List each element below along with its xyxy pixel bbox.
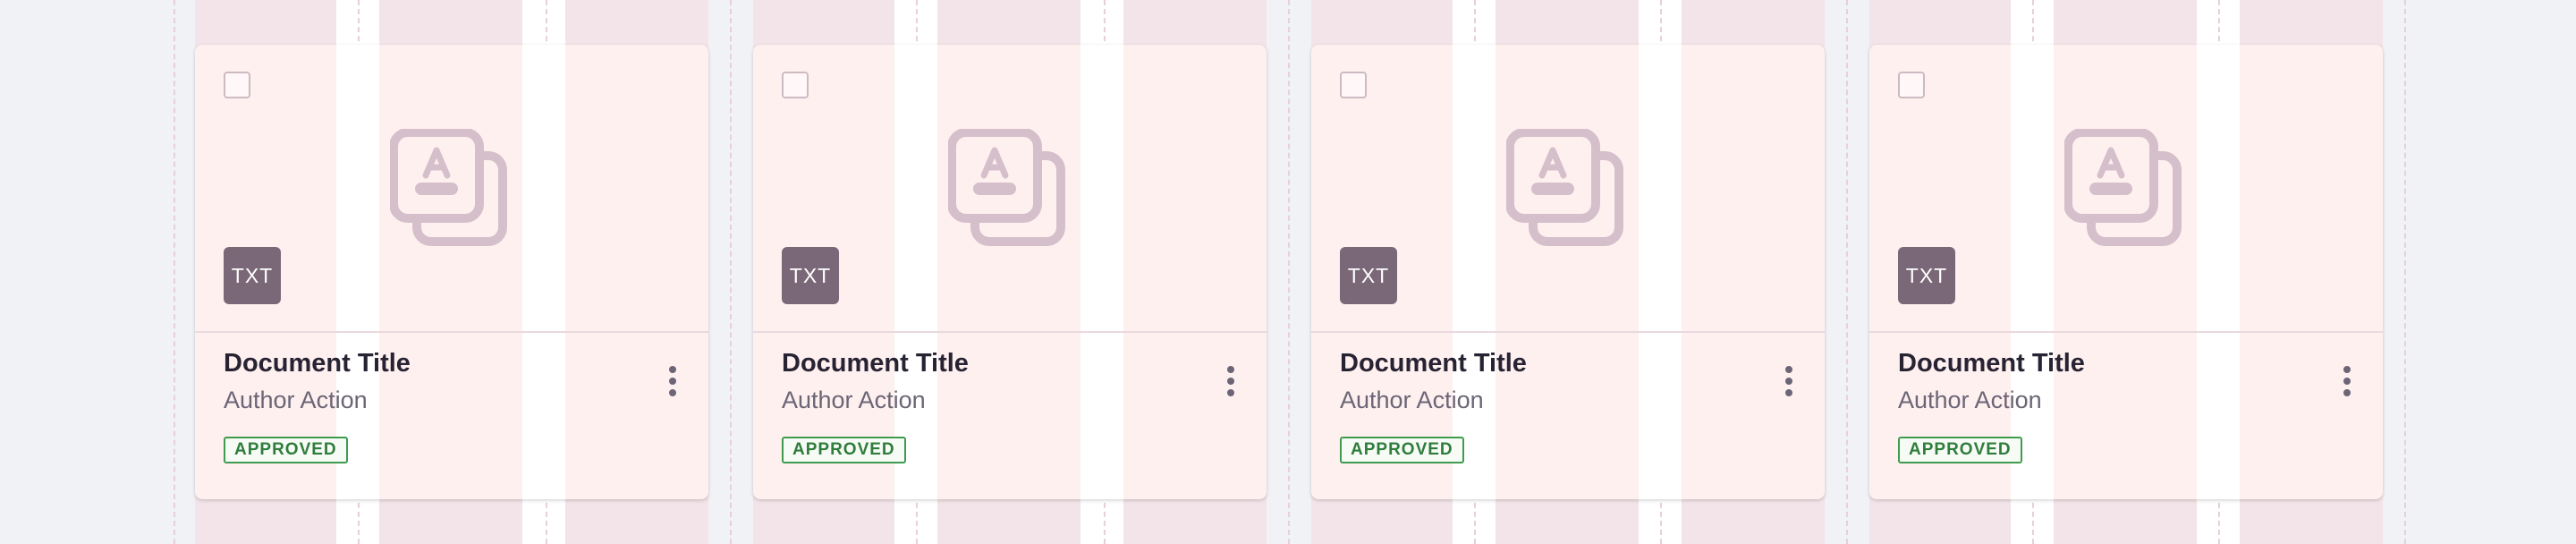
author-action: Author Action [782,387,926,413]
document-card[interactable]: TXT Document Title Author Action APPROVE… [753,45,1267,499]
file-type-label: TXT [231,263,274,287]
more-dot [669,389,676,396]
status-label: APPROVED [1909,440,2012,459]
file-type-badge: TXT [782,247,839,304]
more-options-button[interactable] [1220,360,1241,403]
grid-guide-line [1846,0,1848,544]
file-type-badge: TXT [1340,247,1397,304]
document-copy-icon [2064,129,2182,246]
status-label: APPROVED [792,440,895,459]
more-dot [1227,378,1234,385]
select-checkbox[interactable] [1340,72,1367,98]
author-action: Author Action [1898,387,2042,413]
grid-guide-line [1288,0,1290,544]
card-body: Document Title Author Action APPROVED [753,333,1267,499]
more-vertical-icon [669,366,676,373]
status-badge: APPROVED [1340,437,1464,463]
file-type-badge: TXT [1898,247,1955,304]
document-copy-icon [948,129,1065,246]
more-options-button[interactable] [662,360,683,403]
more-dot [1227,389,1234,396]
card-body: Document Title Author Action APPROVED [1869,333,2383,499]
document-title[interactable]: Document Title [782,349,969,378]
document-card[interactable]: TXT Document Title Author Action APPROVE… [195,45,708,499]
status-label: APPROVED [1351,440,1453,459]
file-type-label: TXT [1905,263,1948,287]
card-grid: TXT Document Title Author Action APPROVE… [0,0,2576,544]
status-label: APPROVED [234,440,337,459]
select-checkbox[interactable] [782,72,809,98]
card-media[interactable]: TXT [1869,45,2383,333]
file-type-badge: TXT [224,247,281,304]
card-media[interactable]: TXT [195,45,708,333]
more-vertical-icon [1227,366,1234,373]
select-checkbox[interactable] [1898,72,1925,98]
more-dot [2343,389,2351,396]
card-media[interactable]: TXT [753,45,1267,333]
document-copy-icon [1506,129,1623,246]
document-title[interactable]: Document Title [224,349,411,378]
grid-guide-line [174,0,175,544]
card-body: Document Title Author Action APPROVED [1311,333,1825,499]
document-title[interactable]: Document Title [1340,349,1527,378]
more-dot [669,378,676,385]
document-title[interactable]: Document Title [1898,349,2085,378]
document-card[interactable]: TXT Document Title Author Action APPROVE… [1869,45,2383,499]
author-action: Author Action [224,387,368,413]
status-badge: APPROVED [1898,437,2022,463]
more-dot [2343,378,2351,385]
status-badge: APPROVED [782,437,906,463]
more-dot [1785,389,1792,396]
more-dot [1785,378,1792,385]
card-body: Document Title Author Action APPROVED [195,333,708,499]
author-action: Author Action [1340,387,1484,413]
more-vertical-icon [2343,366,2351,373]
card-media[interactable]: TXT [1311,45,1825,333]
status-badge: APPROVED [224,437,348,463]
file-type-label: TXT [789,263,832,287]
document-card[interactable]: TXT Document Title Author Action APPROVE… [1311,45,1825,499]
more-options-button[interactable] [2336,360,2358,403]
grid-guide-line [730,0,732,544]
grid-guide-line [2404,0,2406,544]
more-vertical-icon [1785,366,1792,373]
more-options-button[interactable] [1778,360,1800,403]
select-checkbox[interactable] [224,72,250,98]
file-type-label: TXT [1347,263,1390,287]
document-copy-icon [390,129,507,246]
